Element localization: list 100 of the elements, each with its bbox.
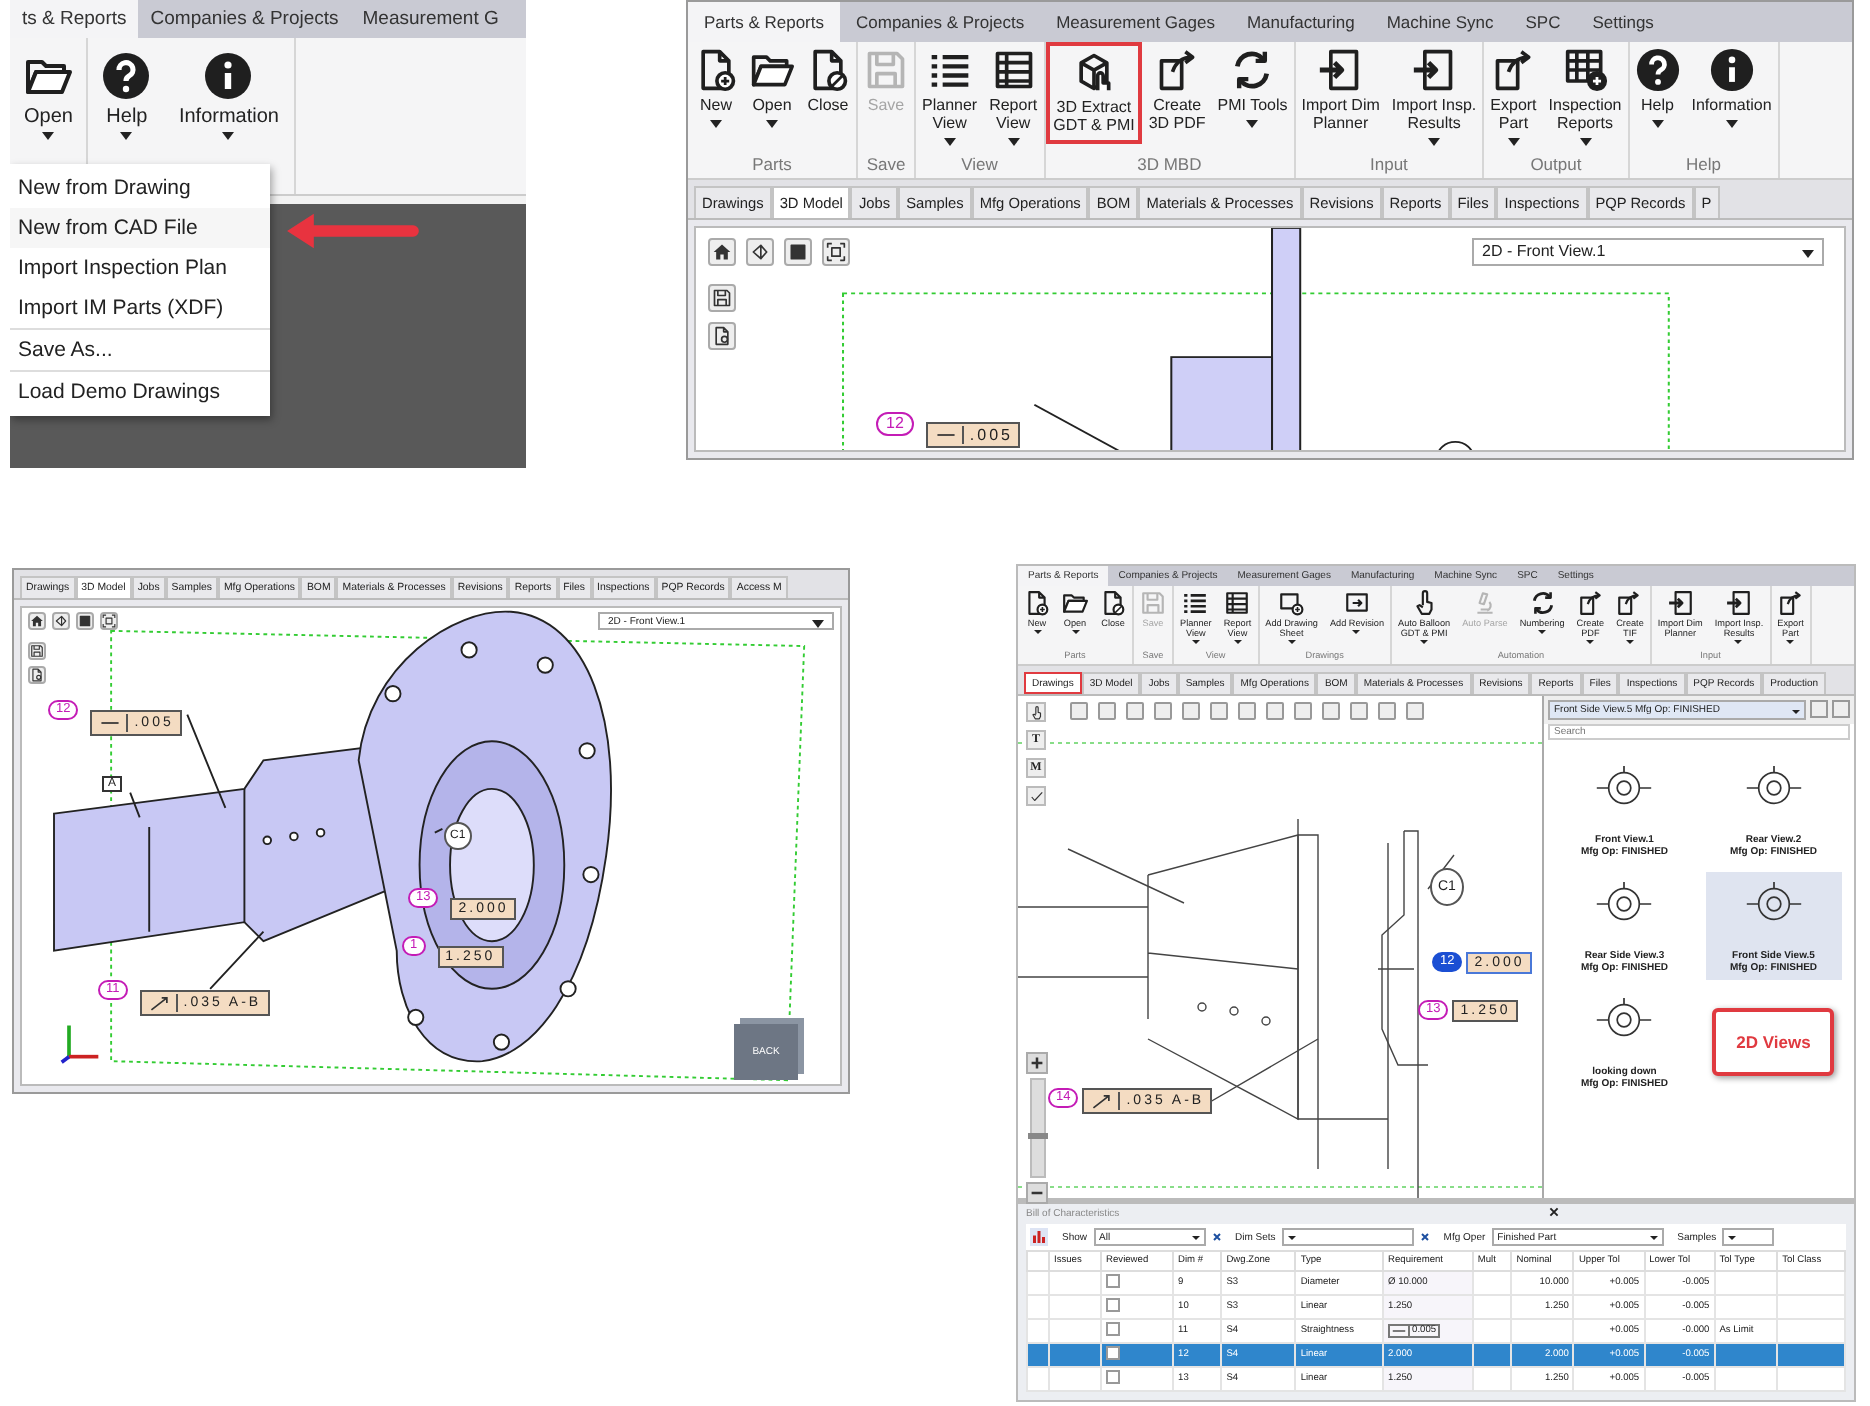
- ribbon-tab[interactable]: Measurement G: [350, 0, 511, 38]
- ribbon-button[interactable]: Create 3D PDF: [1142, 42, 1212, 140]
- table-cell: [1714, 1271, 1778, 1296]
- export-document-icon: [1777, 590, 1804, 616]
- zoom-slider[interactable]: [1029, 1078, 1045, 1179]
- checkbox[interactable]: [1106, 1298, 1121, 1313]
- view-tool-button[interactable]: [784, 237, 812, 266]
- ribbon-button[interactable]: Import Dim Planner: [1295, 42, 1386, 140]
- caret-icon: [1233, 640, 1242, 645]
- zoom-in-icon[interactable]: [1026, 1052, 1048, 1075]
- ribbon-button[interactable]: Report View: [983, 42, 1044, 152]
- ribbon-button[interactable]: Planner View: [916, 42, 984, 152]
- ribbon-button[interactable]: PMI Tools: [1211, 42, 1294, 134]
- ribbon-tab[interactable]: Settings: [1576, 2, 1670, 42]
- ribbon-tab[interactable]: ts & Reports: [10, 0, 139, 38]
- ribbon-tab[interactable]: Manufacturing: [1230, 2, 1371, 42]
- straightness-icon: [98, 714, 129, 732]
- import-icon: [1412, 48, 1457, 92]
- caret-icon: [1802, 249, 1814, 258]
- filter-dropdown[interactable]: [1722, 1228, 1775, 1247]
- checkbox[interactable]: [1106, 1322, 1121, 1337]
- ribbon-button[interactable]: Inspection Reports: [1542, 42, 1628, 152]
- caret-icon: [222, 132, 235, 140]
- group-label: Parts: [752, 151, 792, 178]
- caret-icon: [1625, 640, 1634, 645]
- ribbon-tab[interactable]: Machine Sync: [1370, 2, 1510, 42]
- ribbon-tab[interactable]: SPC: [1509, 2, 1577, 42]
- straightness-icon: [933, 425, 964, 444]
- table-icon: [991, 48, 1036, 92]
- ribbon-button[interactable]: Open: [744, 42, 800, 134]
- checkbox[interactable]: [1106, 1370, 1121, 1385]
- caret-icon: [1246, 119, 1259, 128]
- view-dropdown[interactable]: 2D - Front View.1: [1472, 237, 1824, 266]
- ribbon-tab[interactable]: Companies & Projects: [138, 0, 351, 38]
- ribbon-button[interactable]: New: [688, 42, 744, 134]
- runout-arrow-icon: [1090, 1092, 1121, 1111]
- menu-item[interactable]: Import Inspection Plan: [10, 248, 270, 288]
- view-tool-button[interactable]: [708, 283, 736, 312]
- caret-icon: [812, 619, 824, 627]
- dimension-box[interactable]: .005: [925, 421, 1021, 448]
- home-icon: [712, 241, 732, 262]
- close-icon[interactable]: [1548, 1206, 1560, 1219]
- slider-thumb[interactable]: [1027, 1132, 1047, 1139]
- checkbox[interactable]: [1106, 1274, 1121, 1289]
- runout-arrow-icon: [147, 994, 178, 1012]
- shaded-square-icon: [78, 614, 92, 628]
- clear-filter-icon[interactable]: [1211, 1232, 1222, 1243]
- view-tool-button[interactable]: [76, 612, 94, 630]
- view-tool-button[interactable]: [708, 237, 736, 266]
- document-icon: [712, 325, 732, 346]
- chart-icon[interactable]: [1030, 1228, 1048, 1247]
- ribbon-tab[interactable]: Parts & Reports: [688, 2, 840, 42]
- straightness-icon: [1390, 1325, 1411, 1336]
- menu-item[interactable]: Save As...: [10, 330, 270, 370]
- dimension-value: .005: [969, 425, 1013, 444]
- ribbon-tab[interactable]: Companies & Projects: [840, 2, 1041, 42]
- menu-item[interactable]: Load Demo Drawings: [10, 372, 270, 412]
- export-document-icon: [1577, 590, 1604, 616]
- view-tool-button[interactable]: [52, 612, 70, 630]
- menu-item[interactable]: Import IM Parts (XDF): [10, 288, 270, 328]
- caret-icon: [766, 119, 778, 128]
- view-tool-button[interactable]: [100, 612, 118, 630]
- caret-icon: [1538, 630, 1547, 635]
- import-icon: [1667, 590, 1694, 616]
- tool-button[interactable]: [1026, 786, 1046, 807]
- ribbon-button[interactable]: Open: [10, 38, 87, 154]
- ribbon-button[interactable]: Export Part: [1484, 42, 1543, 152]
- view-tool-button[interactable]: [28, 642, 46, 660]
- caret-icon: [1071, 630, 1079, 635]
- ribbon-button[interactable]: 3D Extract GDT & PMI: [1045, 42, 1143, 144]
- clear-filter-icon[interactable]: [1419, 1232, 1430, 1243]
- caret-icon: [1420, 640, 1429, 645]
- microscope-icon: [1471, 590, 1498, 616]
- import-icon: [1725, 590, 1752, 616]
- help-icon: [1635, 48, 1680, 92]
- view-tool-button[interactable]: [28, 666, 46, 684]
- wireframe-icon: [750, 241, 770, 262]
- view-tool-button[interactable]: [746, 237, 774, 266]
- ribbon-button[interactable]: Help: [1629, 42, 1686, 134]
- menu-item[interactable]: New from CAD File: [10, 208, 270, 248]
- menu-item[interactable]: New from Drawing: [10, 168, 270, 208]
- checkbox[interactable]: [1106, 1346, 1121, 1361]
- ribbon-tab[interactable]: Measurement Gages: [1040, 2, 1231, 42]
- zoom-out-icon[interactable]: [1026, 1182, 1048, 1205]
- fit-view-icon: [102, 614, 116, 628]
- ribbon-button[interactable]: Close: [800, 42, 856, 122]
- help-icon: [102, 52, 151, 100]
- ribbon-button[interactable]: Information: [164, 38, 293, 154]
- caret-icon: [1033, 630, 1041, 635]
- group-label: Output: [1530, 151, 1582, 178]
- ribbon-button[interactable]: Help: [88, 38, 165, 154]
- ribbon-button[interactable]: Information: [1685, 42, 1778, 134]
- view-tool-button[interactable]: [708, 321, 736, 350]
- table-cell: [1714, 1367, 1778, 1392]
- view-tool-button[interactable]: [822, 237, 850, 266]
- view-tool-button[interactable]: [28, 612, 46, 630]
- balloon-number[interactable]: 12: [876, 411, 914, 436]
- caret-icon: [1786, 640, 1795, 645]
- tool-button[interactable]: [1026, 702, 1046, 723]
- ribbon-button[interactable]: Import Insp. Results: [1385, 42, 1483, 152]
